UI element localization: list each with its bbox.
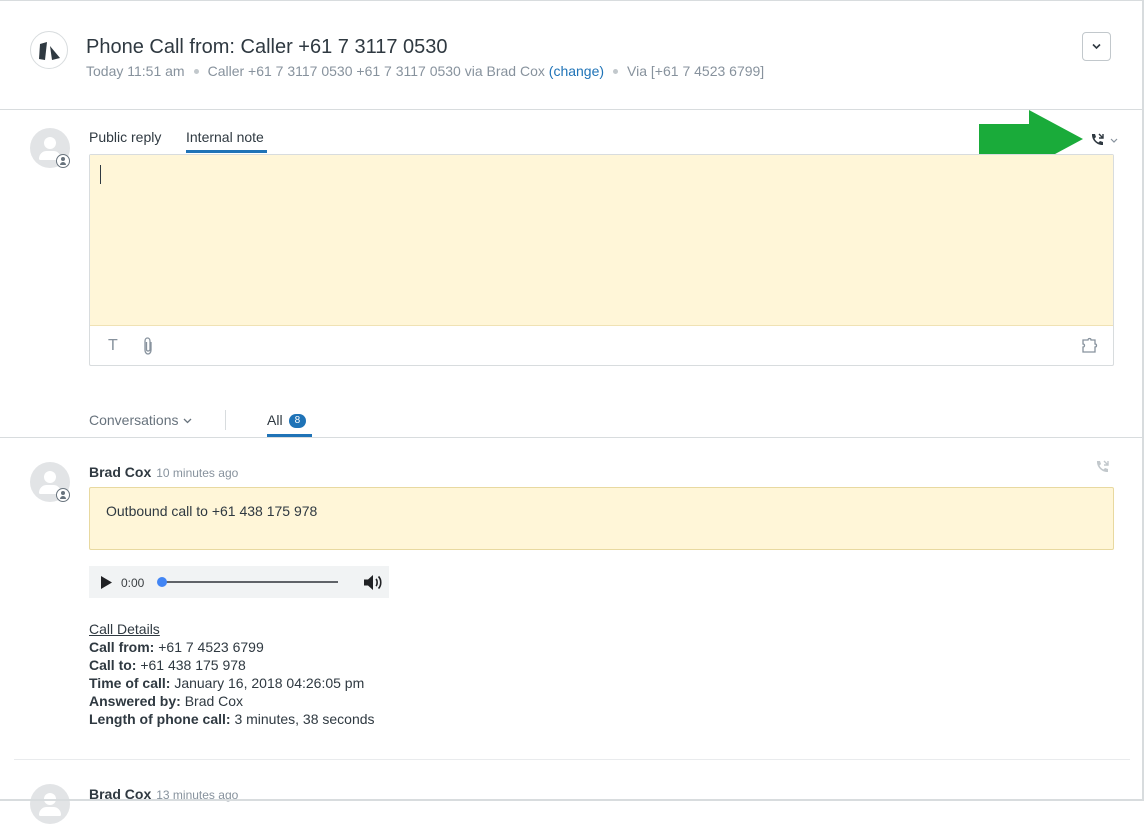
tab-internal-note[interactable]: Internal note (186, 129, 264, 145)
text-format-icon[interactable]: T (108, 337, 118, 355)
volume-icon[interactable] (363, 574, 383, 591)
audio-time: 0:00 (121, 576, 145, 590)
audio-progress-knob[interactable] (157, 577, 167, 587)
avatar (30, 462, 70, 502)
apps-icon[interactable] (1082, 337, 1100, 353)
call-detail-row: Length of phone call: 3 minutes, 38 seco… (89, 711, 375, 727)
tab-all[interactable]: All 8 (267, 412, 307, 428)
call-detail-row: Call to: +61 438 175 978 (89, 657, 246, 673)
event-time: 10 minutes ago (156, 466, 239, 480)
chevron-down-icon[interactable] (1110, 138, 1118, 144)
author-name[interactable]: Brad Cox (89, 464, 151, 480)
frame-top-border (0, 0, 1144, 1)
separator-dot (613, 68, 619, 74)
ticket-options-button[interactable] (1082, 32, 1111, 61)
brand-logo-icon (30, 31, 68, 69)
internal-note-editor[interactable]: T (89, 154, 1114, 366)
ticket-caller: Caller +61 7 3117 0530 +61 7 3117 0530 v… (207, 63, 545, 79)
call-detail-row: Answered by: Brad Cox (89, 693, 244, 709)
event-divider (14, 759, 1130, 760)
editor-textarea[interactable] (90, 155, 1113, 326)
text-caret (100, 165, 101, 184)
tab-public-reply[interactable]: Public reply (89, 129, 161, 145)
call-detail-row: Call from: +61 7 4523 6799 (89, 639, 264, 655)
filter-separator (225, 410, 226, 430)
conversations-filter[interactable]: Conversations (89, 412, 192, 428)
call-detail-row: Time of call: January 16, 2018 04:26:05 … (89, 675, 365, 691)
play-icon[interactable] (101, 576, 112, 589)
agent-badge-icon (56, 488, 70, 502)
ticket-title: Phone Call from: Caller +61 7 3117 0530 (86, 36, 448, 58)
header-divider (0, 109, 1142, 110)
separator-dot (193, 68, 199, 74)
change-link[interactable]: (change) (549, 63, 604, 79)
phone-call-icon (1096, 460, 1109, 473)
attachment-icon[interactable] (142, 337, 154, 355)
conversations-filter-label: Conversations (89, 412, 179, 428)
audio-player: 0:00 (89, 566, 389, 598)
call-details: Call Details Call from: +61 7 4523 6799 … (89, 620, 375, 728)
audio-progress-track[interactable] (161, 581, 338, 583)
internal-note-bubble: Outbound call to +61 438 175 978 (89, 487, 1114, 550)
avatar (30, 784, 70, 824)
event-author: Brad Cox 10 minutes ago (89, 464, 238, 480)
active-tab-indicator (186, 150, 267, 153)
tab-all-label: All (267, 412, 283, 428)
avatar (30, 128, 70, 168)
ticket-meta: Today 11:51 am Caller +61 7 3117 0530 +61… (86, 63, 764, 79)
chevron-down-icon (1092, 43, 1101, 50)
ticket-time: Today 11:51 am (86, 63, 185, 79)
phone-call-icon[interactable] (1090, 133, 1106, 147)
filter-divider (0, 437, 1142, 438)
ticket-via: Via [+61 7 4523 6799] (627, 63, 765, 79)
call-details-heading: Call Details (89, 621, 160, 637)
chevron-down-icon (183, 418, 191, 424)
agent-badge-icon (56, 154, 70, 168)
count-badge: 8 (288, 414, 307, 428)
note-text: Outbound call to +61 438 175 978 (106, 503, 318, 519)
